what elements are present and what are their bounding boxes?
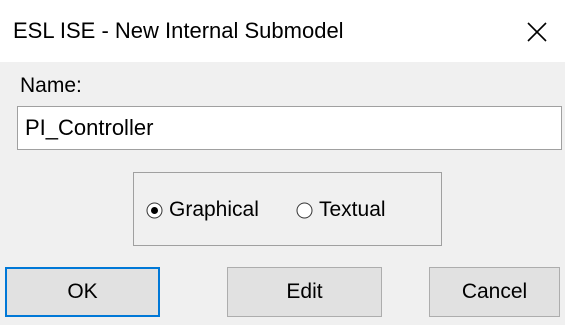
graphical-radio-option[interactable]: Graphical (146, 198, 259, 222)
cancel-button[interactable]: Cancel (429, 267, 560, 317)
edit-button[interactable]: Edit (227, 267, 382, 317)
textual-label: Textual (319, 198, 386, 221)
title-bar[interactable]: ESL ISE - New Internal Submodel (0, 0, 565, 62)
window-title: ESL ISE - New Internal Submodel (13, 18, 344, 43)
close-icon (527, 22, 547, 42)
close-button[interactable] (511, 0, 565, 62)
new-internal-submodel-dialog: ESL ISE - New Internal Submodel Name: Gr… (0, 0, 565, 325)
graphical-label: Graphical (169, 198, 259, 221)
textual-radio-option[interactable]: Textual (296, 198, 386, 222)
radio-selected-icon[interactable] (146, 202, 163, 219)
ok-button[interactable]: OK (5, 267, 160, 317)
mode-group-box: Graphical Textual (133, 172, 442, 246)
name-label: Name: (20, 74, 82, 97)
name-field[interactable] (17, 106, 562, 150)
radio-unselected-icon[interactable] (296, 202, 313, 219)
